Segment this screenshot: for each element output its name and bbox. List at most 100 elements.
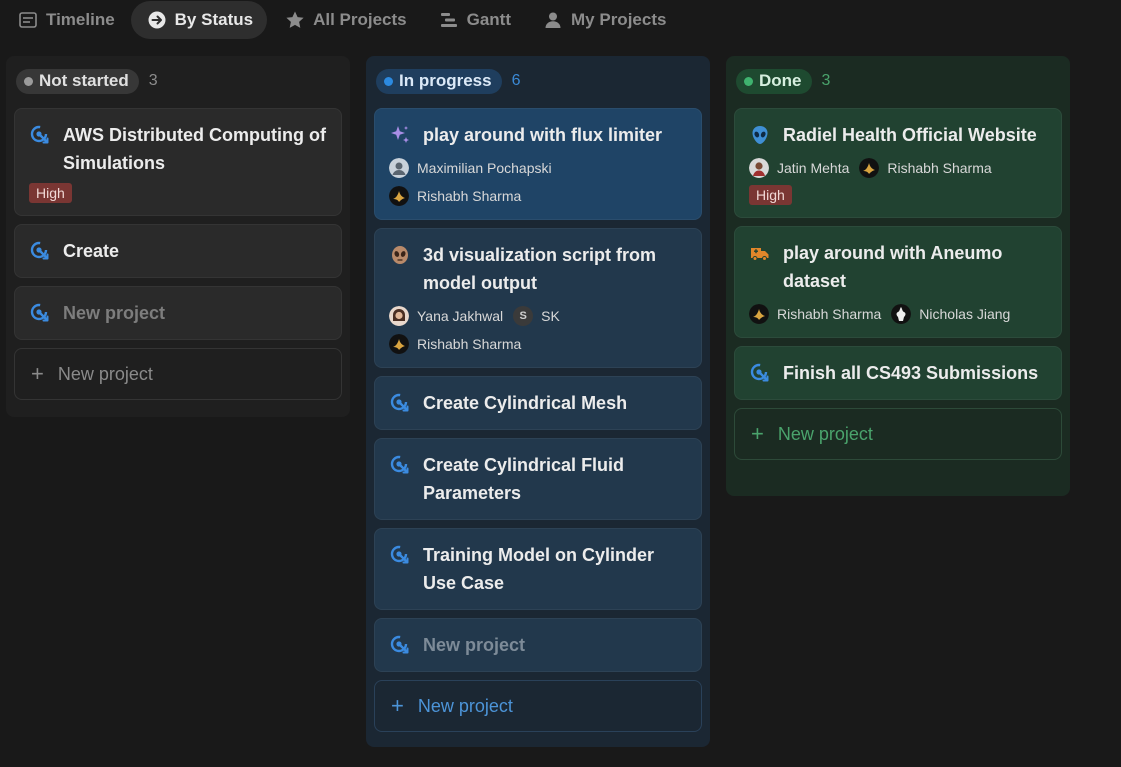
tab-my-projects[interactable]: My Projects	[527, 1, 680, 39]
assignee-name: Jatin Mehta	[777, 160, 850, 176]
status-badge: Not started	[16, 68, 139, 94]
project-card[interactable]: New project	[14, 286, 342, 340]
new-project-button[interactable]: + New project	[374, 680, 702, 732]
project-icon	[390, 545, 409, 564]
tab-label: By Status	[174, 10, 254, 29]
avatar	[859, 158, 880, 178]
priority-badge: High	[29, 183, 72, 203]
project-card[interactable]: Create	[14, 224, 342, 278]
assignee[interactable]: Rishabh Sharma	[859, 157, 992, 179]
assignee[interactable]: Yana Jakhwal	[389, 305, 503, 327]
project-title: New project	[63, 303, 166, 323]
avatar	[389, 334, 409, 354]
avatar	[749, 304, 769, 324]
status-dot	[384, 76, 393, 86]
assignee[interactable]: Rishabh Sharma	[749, 303, 881, 325]
project-icon	[390, 455, 409, 474]
gantt-icon	[439, 10, 459, 30]
sparkles-icon	[391, 126, 409, 143]
assignee-name: Rishabh Sharma	[417, 336, 522, 352]
alien-face-icon	[392, 246, 408, 264]
plus-icon: +	[31, 361, 44, 386]
assignee[interactable]: S SK	[513, 305, 560, 327]
assignees: Yana Jakhwal S SK Rishabh Sharma	[389, 305, 687, 355]
project-icon	[30, 125, 49, 144]
project-card[interactable]: Finish all CS493 Submissions	[734, 346, 1062, 400]
assignees: Rishabh Sharma Nicholas Jiang	[749, 303, 1047, 325]
avatar: S	[513, 306, 534, 326]
assignees: Maximilian Pochapski Rishabh Sharma	[389, 157, 687, 207]
project-title: Create	[63, 241, 120, 261]
new-project-label: New project	[777, 423, 873, 444]
star-icon	[285, 10, 305, 30]
view-tabs: Timeline By Status All Projects Gantt My…	[0, 0, 682, 40]
assignee-name: Rishabh Sharma	[777, 306, 882, 322]
card-count: 3	[821, 72, 831, 89]
project-card[interactable]: play around with flux limiter Maximilian…	[374, 108, 702, 220]
column-header: Not started 3	[14, 56, 342, 106]
project-title: Finish all CS493 Submissions	[783, 363, 1039, 383]
new-project-label: New project	[417, 695, 513, 716]
status-label: Not started	[39, 71, 129, 90]
assignees: Jatin Mehta Rishabh Sharma	[749, 157, 1047, 179]
tab-timeline[interactable]: Timeline	[0, 1, 129, 39]
project-title: play around with flux limiter	[423, 125, 663, 145]
assignee-name: Yana Jakhwal	[417, 308, 504, 324]
status-label: Done	[759, 71, 802, 90]
ambulance-icon	[751, 248, 769, 261]
column-not-started: Not started 3 AWS Distributed Computing …	[6, 56, 350, 417]
project-title: 3d visualization script from model outpu…	[423, 245, 657, 293]
assignee[interactable]: Jatin Mehta	[749, 157, 849, 179]
project-icon	[390, 635, 409, 654]
status-badge: In progress	[376, 68, 502, 94]
avatar	[389, 158, 409, 178]
project-icon	[390, 393, 409, 412]
priority-badge: High	[749, 185, 792, 205]
project-card[interactable]: Create Cylindrical Mesh	[374, 376, 702, 430]
tab-gantt[interactable]: Gantt	[423, 1, 525, 39]
plus-icon: +	[391, 693, 404, 718]
new-project-button[interactable]: + New project	[14, 348, 342, 400]
project-title: play around with Aneumo dataset	[783, 243, 1003, 291]
status-label: In progress	[399, 71, 492, 90]
tab-label: Timeline	[46, 10, 115, 29]
tab-all-projects[interactable]: All Projects	[269, 1, 421, 39]
column-header: In progress 6	[374, 56, 702, 106]
assignee[interactable]: Rishabh Sharma	[389, 185, 687, 207]
assignee-name: Rishabh Sharma	[417, 188, 522, 204]
assignee-name: Maximilian Pochapski	[417, 160, 552, 176]
tab-by-status[interactable]: By Status	[130, 1, 268, 39]
project-card[interactable]: Training Model on Cylinder Use Case	[374, 528, 702, 610]
project-card[interactable]: New project	[374, 618, 702, 672]
project-card[interactable]: AWS Distributed Computing of Simulations…	[14, 108, 342, 216]
assignee[interactable]: Rishabh Sharma	[389, 333, 687, 355]
tab-label: Gantt	[466, 10, 512, 29]
plus-icon: +	[751, 421, 764, 446]
card-count: 3	[148, 72, 158, 89]
status-dot	[24, 76, 33, 86]
assignee-name: Rishabh Sharma	[887, 160, 992, 176]
project-card[interactable]: 3d visualization script from model outpu…	[374, 228, 702, 368]
assignee[interactable]: Nicholas Jiang	[891, 303, 1010, 325]
project-title: Training Model on Cylinder Use Case	[423, 545, 655, 593]
timeline-icon	[18, 10, 38, 30]
column-in-progress: In progress 6 play around with flux limi…	[366, 56, 710, 747]
avatar	[389, 306, 409, 326]
tab-label: My Projects	[571, 10, 667, 29]
arrow-circle-icon	[147, 10, 167, 30]
tab-label: All Projects	[313, 10, 407, 29]
project-card[interactable]: Radiel Health Official Website Jatin Meh…	[734, 108, 1062, 218]
assignee-name: SK	[541, 308, 560, 324]
project-card[interactable]: Create Cylindrical Fluid Parameters	[374, 438, 702, 520]
status-dot	[744, 76, 753, 86]
column-done: Done 3 Radiel Health Official Website Ja…	[726, 56, 1070, 496]
project-icon	[750, 363, 769, 382]
assignee[interactable]: Maximilian Pochapski	[389, 157, 687, 179]
project-card[interactable]: play around with Aneumo dataset Rishabh …	[734, 226, 1062, 338]
new-project-label: New project	[57, 363, 153, 384]
project-title: Radiel Health Official Website	[783, 125, 1037, 145]
new-project-button[interactable]: + New project	[734, 408, 1062, 460]
project-title: Create Cylindrical Mesh	[423, 393, 628, 413]
project-icon	[30, 303, 49, 322]
project-icon	[30, 241, 49, 260]
